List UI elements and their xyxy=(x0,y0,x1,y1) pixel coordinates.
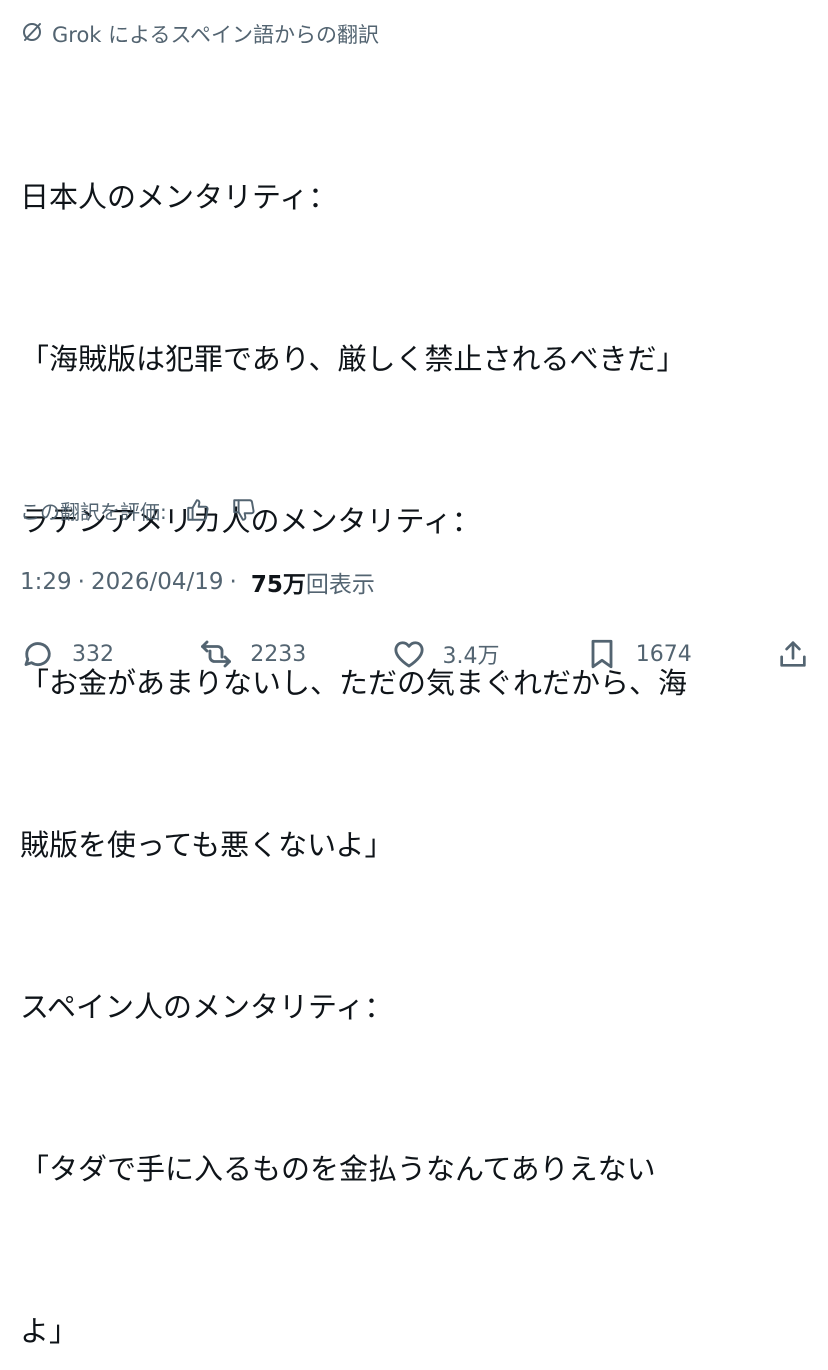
share-button[interactable] xyxy=(776,637,810,671)
like-count: 3.4万 xyxy=(442,644,500,669)
reply-button[interactable]: 332 xyxy=(20,636,114,672)
action-bar: 332 2233 3.4万 1674 xyxy=(20,630,810,678)
post-meta: 1:29 · 2026/04/19 · 75万 回表示 xyxy=(20,562,375,602)
translation-note-text: Grok によるスペイン語からの翻訳 xyxy=(52,23,380,47)
bookmark-count: 1674 xyxy=(635,641,692,667)
body-line: 日本人のメンタリティ： xyxy=(20,180,338,214)
views-count[interactable]: 75万 xyxy=(251,565,306,599)
reply-count: 332 xyxy=(72,641,114,667)
post-body: 日本人のメンタリティ： 「海賊版は犯罪であり、厳しく禁止されるべきだ」 ラテンア… xyxy=(20,62,810,1370)
views-label: 回表示 xyxy=(305,572,375,598)
thumb-down-button[interactable] xyxy=(229,495,259,525)
meta-separator: · xyxy=(77,569,85,595)
like-button[interactable]: 3.4万 xyxy=(391,636,500,672)
body-line: 「海賊版は犯罪であり、厳しく禁止されるべきだ」 xyxy=(20,342,686,376)
rate-label: この翻訳を評価: xyxy=(20,499,167,524)
bookmark-button[interactable]: 1674 xyxy=(584,636,692,672)
grok-icon xyxy=(20,20,44,49)
body-line: よ」 xyxy=(20,1314,79,1348)
heart-icon xyxy=(393,641,424,668)
thumb-down-icon xyxy=(233,499,255,521)
post-date[interactable]: 2026/04/19 xyxy=(91,569,224,595)
repost-count: 2233 xyxy=(250,641,307,667)
body-line: 「タダで手に入るものを金払うなんてありえない xyxy=(20,1152,656,1186)
translation-note[interactable]: Grok によるスペイン語からの翻訳 xyxy=(20,18,379,50)
body-line: スペイン人のメンタリティ： xyxy=(20,990,394,1024)
post-time[interactable]: 1:29 xyxy=(20,569,72,595)
repost-arrows-icon xyxy=(201,640,232,668)
thumb-up-icon xyxy=(187,499,209,521)
thumb-up-button[interactable] xyxy=(183,495,213,525)
bookmark-icon xyxy=(591,639,613,669)
rate-translation: この翻訳を評価: xyxy=(20,490,259,530)
share-upload-icon xyxy=(780,641,806,667)
repost-button[interactable]: 2233 xyxy=(198,636,306,672)
meta-separator: · xyxy=(229,569,237,595)
body-line: 賊版を使っても悪くないよ」 xyxy=(20,828,394,862)
reply-bubble-icon xyxy=(24,642,51,666)
